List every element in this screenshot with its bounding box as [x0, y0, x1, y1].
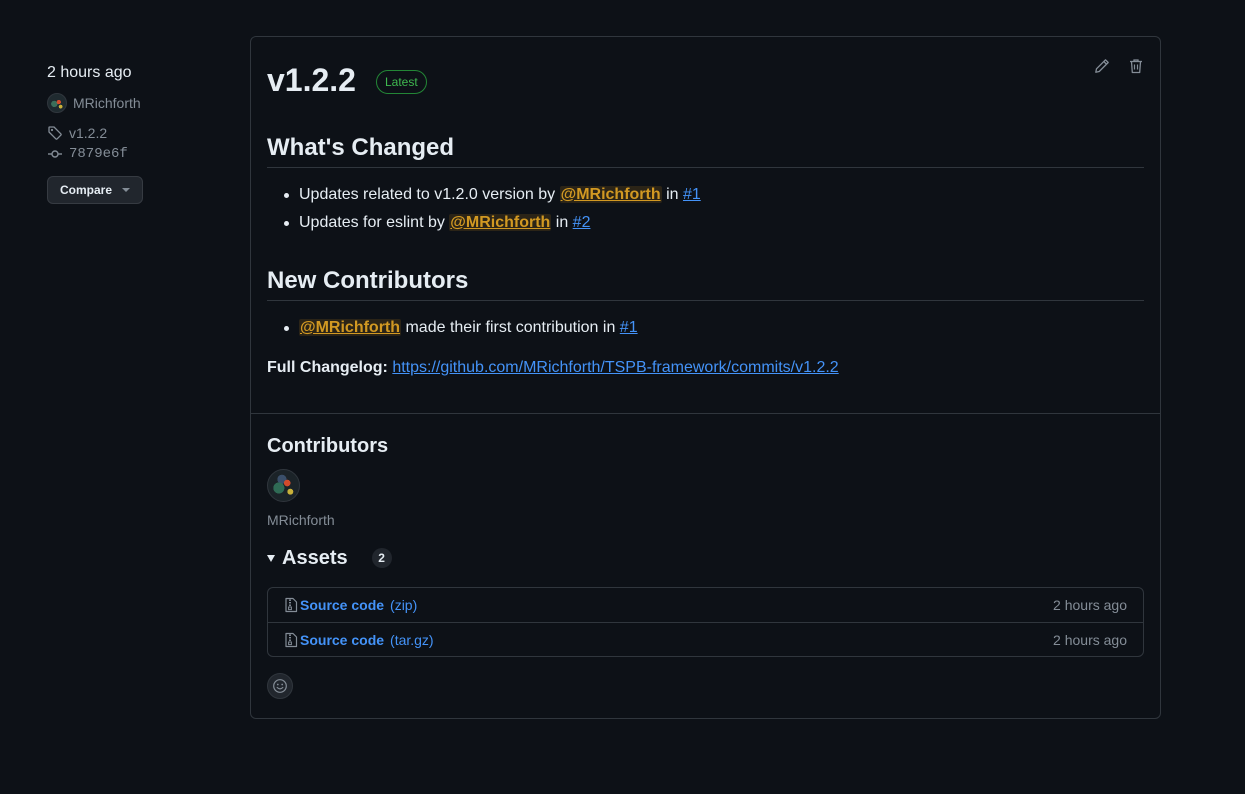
pr-link[interactable]: #1	[620, 319, 638, 336]
git-commit-icon	[48, 150, 62, 158]
caret-down-icon	[267, 554, 275, 562]
asset-label: Source code	[300, 597, 385, 613]
compare-button[interactable]: Compare	[47, 176, 144, 204]
release-time: 2 hours ago	[47, 64, 132, 81]
asset-link[interactable]: Source code (tar.gz)	[284, 632, 434, 648]
asset-link[interactable]: Source code (zip)	[284, 597, 417, 613]
new-contributors-heading: New Contributors	[267, 266, 1144, 301]
change-text: Updates for eslint by	[299, 214, 450, 231]
commit-sha[interactable]: 7879e6f	[69, 146, 128, 162]
edit-release-button[interactable]	[1094, 57, 1110, 75]
smiley-icon	[273, 679, 287, 693]
release-actions	[1094, 57, 1144, 75]
assets-count: 2	[371, 548, 392, 568]
release-author[interactable]: MRichforth	[47, 93, 227, 113]
user-mention[interactable]: @MRichforth	[559, 186, 662, 203]
user-mention[interactable]: @MRichforth	[299, 319, 402, 336]
change-text: Updates related to v1.2.0 version by	[299, 186, 560, 203]
release-commit[interactable]: 7879e6f	[47, 144, 227, 164]
author-name[interactable]: MRichforth	[73, 95, 141, 111]
release-body: v1.2.2 Latest What's Changed Updates rel…	[251, 37, 1160, 414]
changes-list: Updates related to v1.2.0 version by @MR…	[267, 183, 1144, 239]
pr-link[interactable]: #2	[573, 214, 591, 231]
assets-toggle[interactable]: Assets 2	[267, 544, 1144, 572]
zip-file-icon	[285, 597, 298, 613]
changelog-label: Full Changelog:	[267, 359, 388, 376]
release-footer: Contributors MRichforth Assets 2 Source …	[251, 434, 1160, 699]
list-item: @MRichforth made their first contributio…	[267, 316, 1144, 344]
author-avatar[interactable]	[47, 93, 67, 113]
compare-label: Compare	[60, 183, 113, 197]
tag-icon	[48, 126, 62, 140]
changelog-link[interactable]: https://github.com/MRichforth/TSPB-frame…	[392, 359, 838, 376]
chevron-down-icon	[122, 188, 131, 192]
contributor-name[interactable]: MRichforth	[267, 512, 1144, 530]
asset-row: Source code (zip) 2 hours ago	[268, 588, 1143, 622]
zip-file-icon	[285, 632, 298, 647]
user-mention[interactable]: @MRichforth	[449, 214, 552, 231]
delete-release-button[interactable]	[1128, 57, 1144, 75]
trash-icon	[1130, 59, 1142, 74]
asset-label: Source code	[300, 631, 385, 648]
release-meta: 2 hours ago MRichforth v1.2.2 7879e6f Co…	[47, 62, 227, 204]
assets-list: Source code (zip) 2 hours ago Source cod…	[267, 587, 1144, 657]
asset-row: Source code (tar.gz) 2 hours ago	[268, 622, 1143, 656]
whats-changed-heading: What's Changed	[267, 133, 1144, 168]
pr-link[interactable]: #1	[683, 186, 701, 203]
release-title[interactable]: v1.2.2	[267, 61, 356, 99]
release-tag[interactable]: v1.2.2	[47, 123, 227, 143]
asset-ext: (tar.gz)	[390, 631, 434, 648]
tag-name[interactable]: v1.2.2	[69, 125, 107, 141]
asset-ext: (zip)	[390, 597, 418, 613]
pencil-icon	[1095, 59, 1109, 73]
new-contributors-list: @MRichforth made their first contributio…	[267, 316, 1144, 344]
latest-badge: Latest	[375, 70, 427, 94]
change-text: in	[551, 214, 573, 231]
asset-time: 2 hours ago	[1053, 597, 1127, 613]
list-item: Updates related to v1.2.0 version by @MR…	[267, 183, 1144, 211]
asset-time: 2 hours ago	[1053, 631, 1127, 648]
assets-heading: Assets	[282, 546, 348, 569]
release-card: v1.2.2 Latest What's Changed Updates rel…	[250, 36, 1161, 719]
list-item: Updates for eslint by @MRichforth in #2	[267, 211, 1144, 239]
add-reaction-button[interactable]	[267, 673, 293, 699]
release-header: v1.2.2 Latest	[267, 37, 1144, 99]
contrib-text: made their first contribution in	[401, 319, 620, 336]
contributors-heading: Contributors	[267, 435, 389, 457]
contributor-avatar[interactable]	[267, 469, 300, 502]
change-text: in	[661, 186, 683, 203]
full-changelog: Full Changelog: https://github.com/MRich…	[267, 356, 1144, 380]
